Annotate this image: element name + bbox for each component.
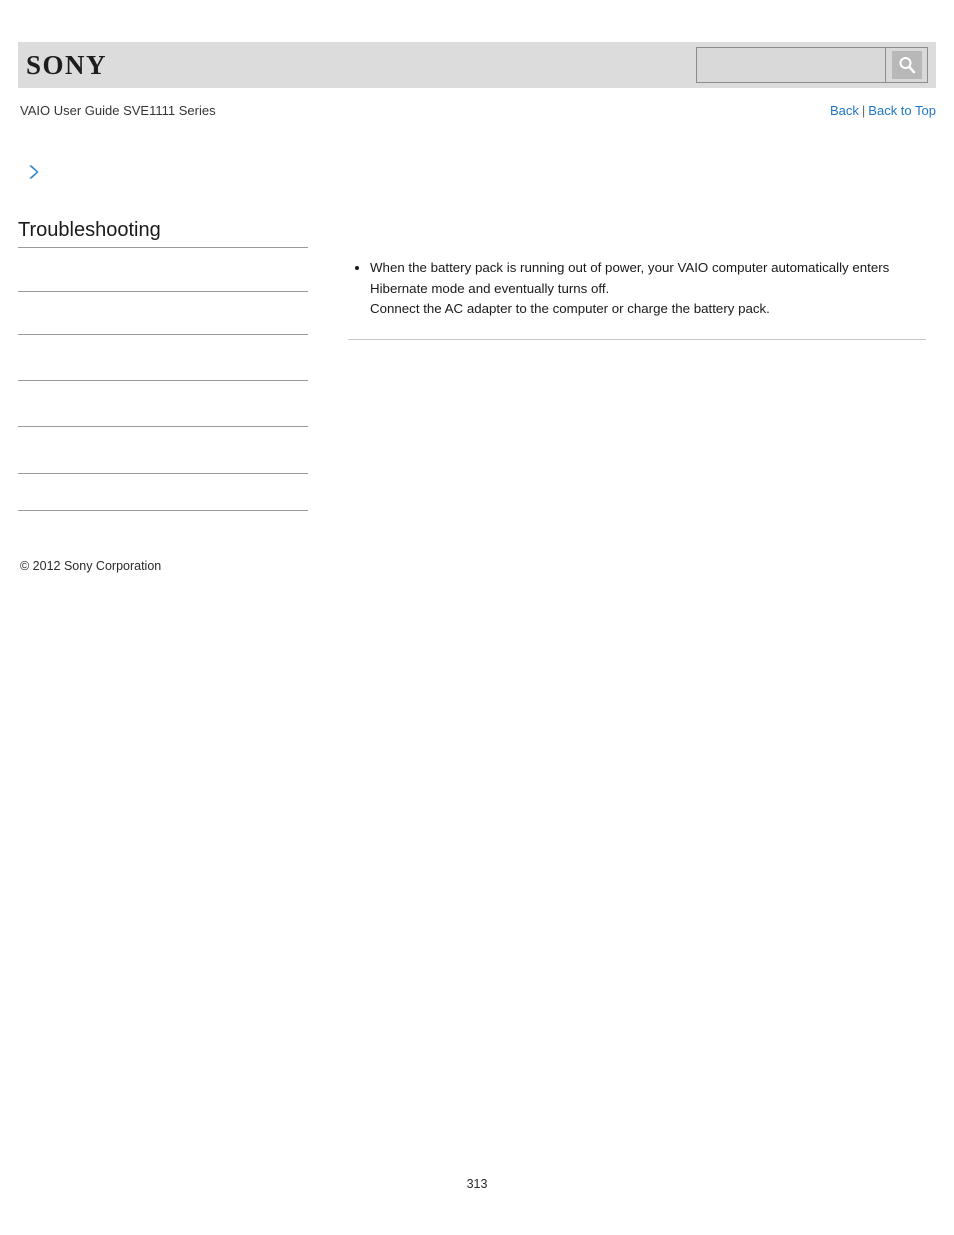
search-button[interactable] [885, 48, 927, 82]
sidebar-item-6[interactable] [18, 474, 308, 511]
header-nav-links: Back | Back to Top [830, 103, 936, 118]
sidebar-item-4[interactable] [18, 381, 308, 427]
sony-logo: SONY [26, 50, 108, 80]
list-item: When the battery pack is running out of … [348, 258, 926, 320]
sidebar-title: Troubleshooting [18, 216, 308, 248]
page-number: 313 [466, 1177, 488, 1191]
link-separator: | [861, 103, 866, 118]
sidebar-item-2[interactable] [18, 292, 308, 335]
sidebar-item-3[interactable] [18, 335, 308, 381]
chevron-right-icon[interactable] [25, 163, 43, 181]
search-box [696, 47, 928, 83]
back-link[interactable]: Back [830, 103, 859, 118]
copyright-text: © 2012 Sony Corporation [20, 559, 162, 573]
bullet-icon [355, 266, 359, 270]
bullet-list: When the battery pack is running out of … [348, 258, 926, 320]
sidebar-item-5[interactable] [18, 427, 308, 474]
sidebar-item-1[interactable] [18, 248, 308, 292]
list-item-text: When the battery pack is running out of … [370, 260, 890, 316]
content-divider [348, 339, 926, 340]
main-content: When the battery pack is running out of … [348, 258, 926, 320]
page-title: VAIO User Guide SVE1111 Series [20, 103, 216, 118]
sidebar: Troubleshooting [18, 216, 308, 511]
search-input[interactable] [697, 48, 885, 82]
search-icon [891, 51, 922, 79]
back-to-top-link[interactable]: Back to Top [868, 103, 936, 118]
